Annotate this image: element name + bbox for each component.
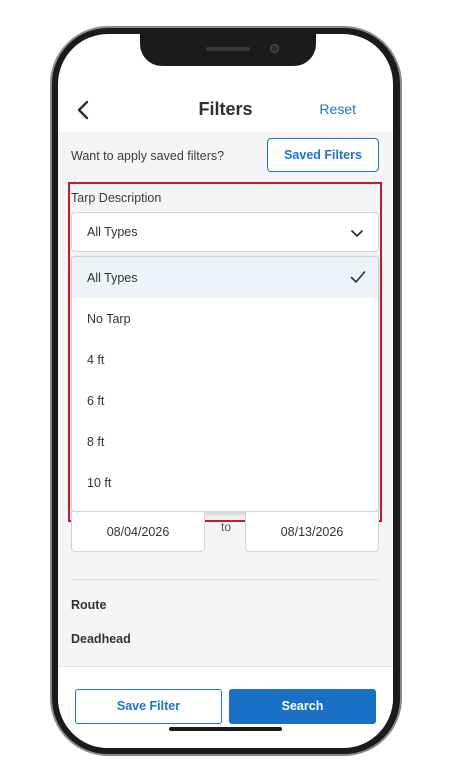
speaker-grille	[206, 47, 250, 51]
highlight-annotation-box	[68, 182, 382, 522]
deadhead-section[interactable]: Deadhead	[71, 632, 131, 646]
phone-notch	[140, 34, 316, 66]
saved-filters-button[interactable]: Saved Filters	[267, 138, 379, 172]
route-section[interactable]: Route	[71, 598, 106, 612]
end-date-field[interactable]: 08/13/2026	[245, 512, 379, 552]
action-footer: Save Filter Search	[58, 666, 393, 748]
save-filter-button[interactable]: Save Filter	[75, 689, 222, 724]
reset-button[interactable]: Reset	[319, 101, 356, 117]
section-divider	[71, 579, 379, 580]
saved-filters-prompt: Want to apply saved filters?	[71, 149, 225, 163]
date-range-row: 08/04/2026 to 08/13/2026	[71, 512, 381, 554]
home-indicator[interactable]	[169, 727, 282, 731]
phone-screen: Filters Reset Want to apply saved filter…	[58, 34, 393, 748]
date-range-separator: to	[220, 520, 231, 534]
start-date-field[interactable]: 08/04/2026	[71, 512, 205, 552]
filters-header: Filters Reset	[58, 90, 393, 132]
saved-filters-row: Want to apply saved filters? Saved Filte…	[71, 138, 381, 174]
search-button[interactable]: Search	[229, 689, 376, 724]
front-camera	[270, 44, 279, 53]
